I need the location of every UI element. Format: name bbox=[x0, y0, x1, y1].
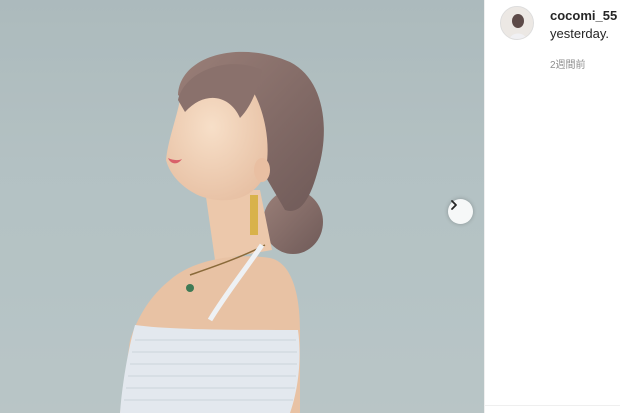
next-photo-button[interactable] bbox=[448, 199, 473, 224]
post-sidebar: cocomi_55 yesterday. 2週間前 bbox=[484, 0, 620, 413]
avatar-image bbox=[501, 7, 533, 39]
avatar[interactable] bbox=[500, 6, 534, 40]
username-link[interactable]: cocomi_55 bbox=[550, 8, 617, 23]
divider bbox=[485, 405, 620, 406]
post-timestamp[interactable]: 2週間前 bbox=[550, 56, 586, 71]
post-photo[interactable] bbox=[0, 0, 484, 413]
portrait-illustration bbox=[0, 0, 484, 413]
chevron-right-icon bbox=[451, 200, 457, 210]
post-caption: yesterday. bbox=[550, 26, 610, 41]
